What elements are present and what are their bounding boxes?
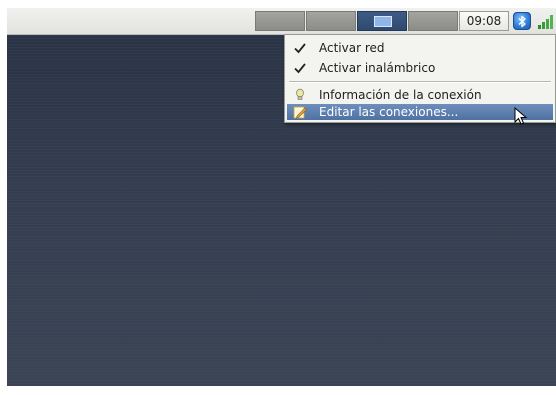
workspace-3-button[interactable] <box>357 11 407 31</box>
screen: 09:08 Activar red Activar inalámbrico In… <box>7 8 556 386</box>
bluetooth-icon[interactable] <box>513 12 531 30</box>
edit-icon <box>293 105 307 119</box>
menu-item-label: Activar inalámbrico <box>319 61 436 75</box>
clock[interactable]: 09:08 <box>459 11 509 31</box>
menu-item-label: Información de la conexión <box>319 88 482 102</box>
menu-separator <box>289 81 551 83</box>
menu-item-label: Activar red <box>319 41 385 55</box>
workspace-4-button[interactable] <box>408 11 458 31</box>
mouse-pointer-icon <box>514 106 530 127</box>
check-icon <box>293 41 307 55</box>
menu-item-activar-inalambrico[interactable]: Activar inalámbrico <box>287 58 553 78</box>
network-signal-icon[interactable] <box>537 13 556 30</box>
menu-item-label: Editar las conexiones... <box>319 105 459 119</box>
top-panel: 09:08 <box>7 8 556 35</box>
info-icon <box>293 88 307 102</box>
workspace-1-button[interactable] <box>255 11 305 31</box>
workspace-window-thumbnail <box>374 16 392 27</box>
menu-item-informacion-conexion[interactable]: Información de la conexión <box>287 85 553 105</box>
workspace-2-button[interactable] <box>306 11 356 31</box>
check-icon <box>293 61 307 75</box>
menu-item-activar-red[interactable]: Activar red <box>287 38 553 58</box>
